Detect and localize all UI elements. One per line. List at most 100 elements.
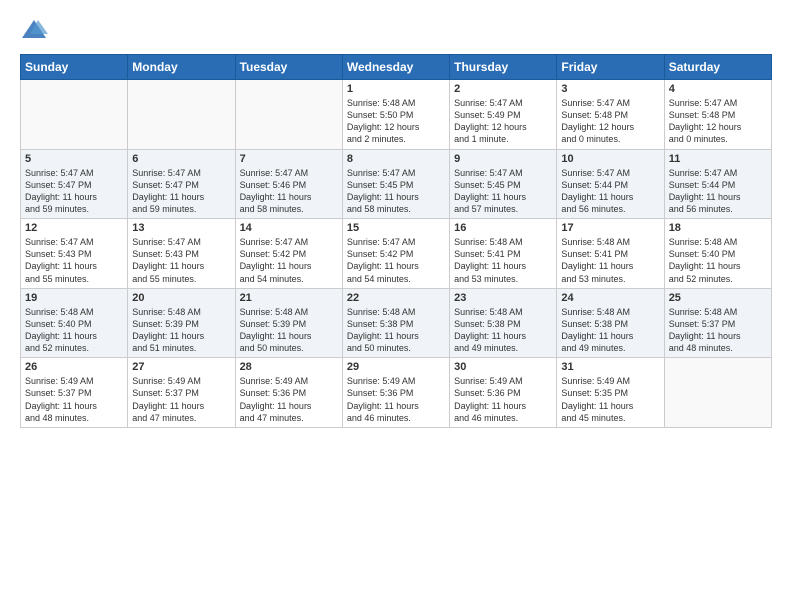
calendar-cell: 24Sunrise: 5:48 AM Sunset: 5:38 PM Dayli… — [557, 288, 664, 358]
calendar-cell: 23 Sunrise: 5:48 AM Sunset: 5:38 PM Dayli… — [450, 288, 557, 358]
day-number: 8 — [347, 153, 445, 165]
day-number: 18 — [669, 222, 767, 234]
day-info: Sunrise: 5:48 AM Sunset: 5:40 PM Dayligh… — [669, 236, 767, 285]
calendar-cell: 12Sunrise: 5:47 AM Sunset: 5:43 PM Dayli… — [21, 219, 128, 289]
day-number: 15 — [347, 222, 445, 234]
day-info: Sunrise: 5:47 AM Sunset: 5:43 PM Dayligh… — [132, 236, 230, 285]
calendar-cell: 4 Sunrise: 5:47 AM Sunset: 5:48 PM Daylig… — [664, 80, 771, 150]
day-number: 13 — [132, 222, 230, 234]
day-info: Sunrise: 5:47 AM Sunset: 5:43 PM Dayligh… — [25, 236, 123, 285]
weekday-header: Monday — [128, 55, 235, 80]
day-info: Sunrise: 5:49 AM Sunset: 5:35 PM Dayligh… — [561, 375, 659, 424]
day-info: Sunrise: 5:47 AM Sunset: 5:48 PM Dayligh… — [669, 97, 767, 146]
calendar-cell: 27Sunrise: 5:49 AM Sunset: 5:37 PM Dayli… — [128, 358, 235, 428]
calendar-cell: 26 Sunrise: 5:49 AM Sunset: 5:37 PM Dayli… — [21, 358, 128, 428]
calendar-cell — [235, 80, 342, 150]
day-number: 27 — [132, 361, 230, 373]
day-info: Sunrise: 5:47 AM Sunset: 5:46 PM Dayligh… — [240, 167, 338, 216]
day-number: 9 — [454, 153, 552, 165]
calendar-cell: 17 Sunrise: 5:48 AM Sunset: 5:41 PM Dayli… — [557, 219, 664, 289]
calendar-cell: 7 Sunrise: 5:47 AM Sunset: 5:46 PM Daylig… — [235, 149, 342, 219]
day-info: Sunrise: 5:49 AM Sunset: 5:37 PM Dayligh… — [25, 375, 123, 424]
day-number: 16 — [454, 222, 552, 234]
calendar-cell: 3Sunrise: 5:47 AM Sunset: 5:48 PM Daylig… — [557, 80, 664, 150]
calendar-cell: 28 Sunrise: 5:49 AM Sunset: 5:36 PM Dayli… — [235, 358, 342, 428]
day-number: 28 — [240, 361, 338, 373]
day-info: Sunrise: 5:48 AM Sunset: 5:40 PM Dayligh… — [25, 306, 123, 355]
day-info: Sunrise: 5:49 AM Sunset: 5:36 PM Dayligh… — [454, 375, 552, 424]
calendar-cell: 29 Sunrise: 5:49 AM Sunset: 5:36 PM Dayli… — [342, 358, 449, 428]
calendar-week-row: 1 Sunrise: 5:48 AM Sunset: 5:50 PM Daylig… — [21, 80, 772, 150]
day-info: Sunrise: 5:49 AM Sunset: 5:36 PM Dayligh… — [240, 375, 338, 424]
calendar-week-row: 19Sunrise: 5:48 AM Sunset: 5:40 PM Dayli… — [21, 288, 772, 358]
calendar-cell: 31 Sunrise: 5:49 AM Sunset: 5:35 PM Dayli… — [557, 358, 664, 428]
calendar-header-row: SundayMondayTuesdayWednesdayThursdayFrid… — [21, 55, 772, 80]
weekday-header: Friday — [557, 55, 664, 80]
day-number: 31 — [561, 361, 659, 373]
calendar-table: SundayMondayTuesdayWednesdayThursdayFrid… — [20, 54, 772, 428]
calendar-cell: 14Sunrise: 5:47 AM Sunset: 5:42 PM Dayli… — [235, 219, 342, 289]
day-info: Sunrise: 5:47 AM Sunset: 5:42 PM Dayligh… — [240, 236, 338, 285]
calendar-cell: 9 Sunrise: 5:47 AM Sunset: 5:45 PM Daylig… — [450, 149, 557, 219]
day-info: Sunrise: 5:47 AM Sunset: 5:47 PM Dayligh… — [25, 167, 123, 216]
day-info: Sunrise: 5:48 AM Sunset: 5:41 PM Dayligh… — [454, 236, 552, 285]
day-info: Sunrise: 5:47 AM Sunset: 5:47 PM Dayligh… — [132, 167, 230, 216]
day-info: Sunrise: 5:49 AM Sunset: 5:36 PM Dayligh… — [347, 375, 445, 424]
day-number: 26 — [25, 361, 123, 373]
header — [20, 16, 772, 44]
day-number: 23 — [454, 292, 552, 304]
day-number: 25 — [669, 292, 767, 304]
calendar-cell: 16 Sunrise: 5:48 AM Sunset: 5:41 PM Dayli… — [450, 219, 557, 289]
day-info: Sunrise: 5:48 AM Sunset: 5:38 PM Dayligh… — [454, 306, 552, 355]
calendar-cell: 22 Sunrise: 5:48 AM Sunset: 5:38 PM Dayli… — [342, 288, 449, 358]
logo — [20, 16, 52, 44]
weekday-header: Wednesday — [342, 55, 449, 80]
calendar-cell — [664, 358, 771, 428]
day-number: 30 — [454, 361, 552, 373]
day-number: 21 — [240, 292, 338, 304]
day-info: Sunrise: 5:47 AM Sunset: 5:42 PM Dayligh… — [347, 236, 445, 285]
day-info: Sunrise: 5:48 AM Sunset: 5:37 PM Dayligh… — [669, 306, 767, 355]
calendar-cell: 21 Sunrise: 5:48 AM Sunset: 5:39 PM Dayli… — [235, 288, 342, 358]
weekday-header: Thursday — [450, 55, 557, 80]
calendar-cell: 8Sunrise: 5:47 AM Sunset: 5:45 PM Daylig… — [342, 149, 449, 219]
calendar-cell — [128, 80, 235, 150]
calendar-cell: 5Sunrise: 5:47 AM Sunset: 5:47 PM Daylig… — [21, 149, 128, 219]
weekday-header: Tuesday — [235, 55, 342, 80]
day-number: 4 — [669, 83, 767, 95]
day-info: Sunrise: 5:48 AM Sunset: 5:41 PM Dayligh… — [561, 236, 659, 285]
day-info: Sunrise: 5:48 AM Sunset: 5:39 PM Dayligh… — [240, 306, 338, 355]
day-info: Sunrise: 5:47 AM Sunset: 5:45 PM Dayligh… — [454, 167, 552, 216]
calendar-cell: 1 Sunrise: 5:48 AM Sunset: 5:50 PM Daylig… — [342, 80, 449, 150]
weekday-header: Sunday — [21, 55, 128, 80]
logo-icon — [20, 16, 48, 44]
day-info: Sunrise: 5:48 AM Sunset: 5:38 PM Dayligh… — [561, 306, 659, 355]
calendar-cell: 11Sunrise: 5:47 AM Sunset: 5:44 PM Dayli… — [664, 149, 771, 219]
day-number: 22 — [347, 292, 445, 304]
weekday-header: Saturday — [664, 55, 771, 80]
calendar-week-row: 5Sunrise: 5:47 AM Sunset: 5:47 PM Daylig… — [21, 149, 772, 219]
day-info: Sunrise: 5:48 AM Sunset: 5:39 PM Dayligh… — [132, 306, 230, 355]
day-number: 6 — [132, 153, 230, 165]
calendar-cell — [21, 80, 128, 150]
calendar-cell: 25 Sunrise: 5:48 AM Sunset: 5:37 PM Dayli… — [664, 288, 771, 358]
day-number: 29 — [347, 361, 445, 373]
calendar-cell: 30 Sunrise: 5:49 AM Sunset: 5:36 PM Dayli… — [450, 358, 557, 428]
day-number: 11 — [669, 153, 767, 165]
day-number: 1 — [347, 83, 445, 95]
page: SundayMondayTuesdayWednesdayThursdayFrid… — [0, 0, 792, 612]
calendar-week-row: 26 Sunrise: 5:49 AM Sunset: 5:37 PM Dayli… — [21, 358, 772, 428]
day-number: 2 — [454, 83, 552, 95]
day-info: Sunrise: 5:47 AM Sunset: 5:49 PM Dayligh… — [454, 97, 552, 146]
calendar-cell: 15 Sunrise: 5:47 AM Sunset: 5:42 PM Dayli… — [342, 219, 449, 289]
day-number: 17 — [561, 222, 659, 234]
day-info: Sunrise: 5:48 AM Sunset: 5:38 PM Dayligh… — [347, 306, 445, 355]
day-number: 3 — [561, 83, 659, 95]
calendar-cell: 19Sunrise: 5:48 AM Sunset: 5:40 PM Dayli… — [21, 288, 128, 358]
calendar-cell: 6 Sunrise: 5:47 AM Sunset: 5:47 PM Daylig… — [128, 149, 235, 219]
calendar-cell: 20Sunrise: 5:48 AM Sunset: 5:39 PM Dayli… — [128, 288, 235, 358]
calendar-cell: 18 Sunrise: 5:48 AM Sunset: 5:40 PM Dayli… — [664, 219, 771, 289]
day-number: 7 — [240, 153, 338, 165]
calendar-cell: 13 Sunrise: 5:47 AM Sunset: 5:43 PM Dayli… — [128, 219, 235, 289]
day-info: Sunrise: 5:48 AM Sunset: 5:50 PM Dayligh… — [347, 97, 445, 146]
